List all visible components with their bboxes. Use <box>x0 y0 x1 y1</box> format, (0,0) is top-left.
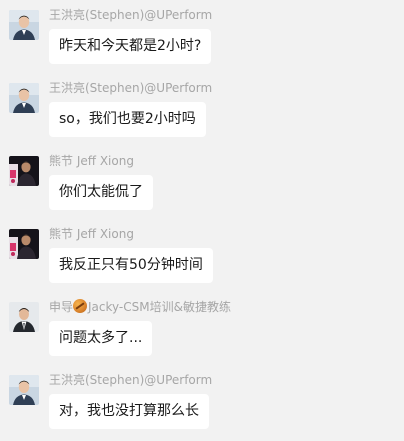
avatar[interactable] <box>9 10 39 40</box>
message-bubble[interactable]: 我反正只有50分钟时间 <box>49 248 213 283</box>
sender-name: 申导 Jacky-CSM培训&敏捷教练 <box>49 299 231 315</box>
chat-message: 王洪亮(Stephen)@UPerform 对，我也没打算那么长 <box>0 373 404 441</box>
chat-message: 王洪亮(Stephen)@UPerform so，我们也要2小时吗 <box>0 81 404 149</box>
sender-name: 熊节 Jeff Xiong <box>49 154 134 168</box>
message-bubble[interactable]: 你们太能侃了 <box>49 175 153 210</box>
chat-message-list[interactable]: 王洪亮(Stephen)@UPerform 昨天和今天都是2小时? 王洪亮(St… <box>0 0 404 441</box>
avatar-stephen-icon <box>9 83 39 113</box>
message-bubble[interactable]: 对，我也没打算那么长 <box>49 394 209 429</box>
avatar[interactable] <box>9 156 39 186</box>
avatar-stephen-icon <box>9 10 39 40</box>
avatar-jacky-icon <box>9 302 39 332</box>
avatar-stephen-icon <box>9 375 39 405</box>
avatar[interactable] <box>9 375 39 405</box>
avatar-jeff-icon <box>9 156 39 186</box>
message-bubble[interactable]: so，我们也要2小时吗 <box>49 102 206 137</box>
avatar-jeff-icon <box>9 229 39 259</box>
message-bubble[interactable]: 问题太多了... <box>49 321 153 356</box>
avatar[interactable] <box>9 83 39 113</box>
chat-message: 王洪亮(Stephen)@UPerform 昨天和今天都是2小时? <box>0 8 404 76</box>
avatar[interactable] <box>9 229 39 259</box>
message-bubble[interactable]: 昨天和今天都是2小时? <box>49 29 212 64</box>
sender-name: 王洪亮(Stephen)@UPerform <box>49 8 213 22</box>
avatar[interactable] <box>9 302 39 332</box>
chat-message: 熊节 Jeff Xiong 我反正只有50分钟时间 <box>0 227 404 295</box>
chat-message: 申导 Jacky-CSM培训&敏捷教练 问题太多了... <box>0 299 404 368</box>
rugby-ball-icon <box>73 299 88 313</box>
sender-name: 熊节 Jeff Xiong <box>49 227 134 241</box>
sender-name-suffix: Jacky-CSM培训&敏捷教练 <box>88 300 231 314</box>
sender-name-prefix: 申导 <box>49 300 74 314</box>
sender-name: 王洪亮(Stephen)@UPerform <box>49 373 213 387</box>
sender-name: 王洪亮(Stephen)@UPerform <box>49 81 213 95</box>
chat-message: 熊节 Jeff Xiong 你们太能侃了 <box>0 154 404 222</box>
